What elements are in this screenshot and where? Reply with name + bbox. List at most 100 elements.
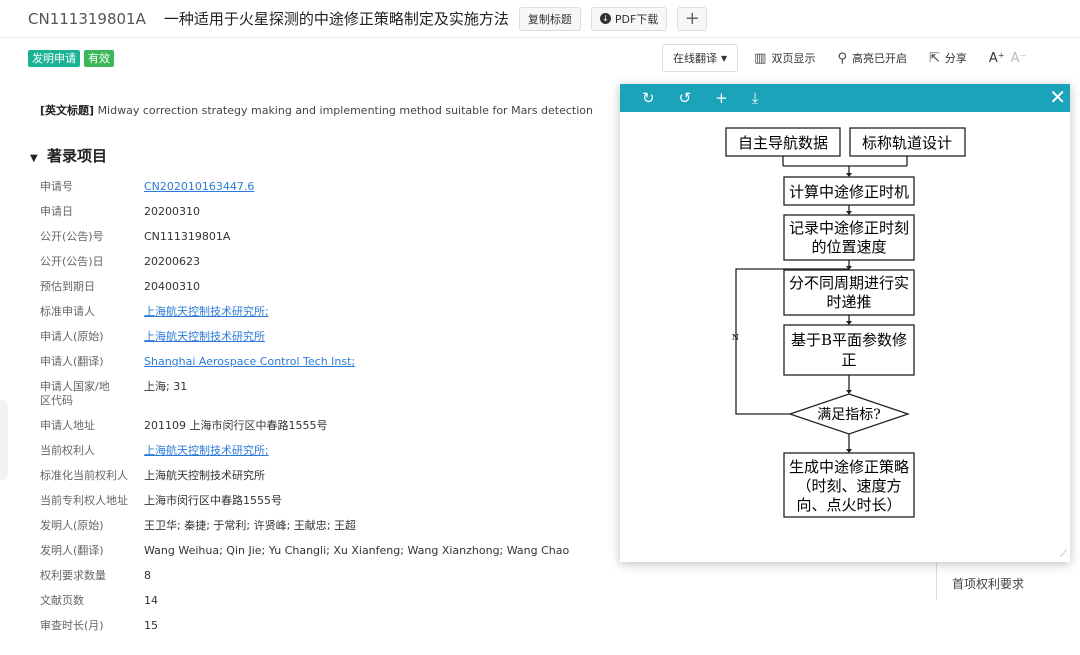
field-key: 权利要求数量: [40, 569, 106, 582]
english-title-value: Midway correction strategy making and im…: [97, 104, 594, 117]
zoom-in-icon[interactable]: +: [715, 89, 728, 107]
location-pin-icon: ⚲: [837, 50, 847, 66]
field-key: 申请号: [40, 180, 73, 193]
field-row: 公开(公告)日 20200623: [40, 255, 600, 269]
final-text-line2: （时刻、速度方: [796, 477, 901, 495]
share-icon: ⇱: [928, 50, 940, 66]
final-text-line1: 生成中途修正策略: [789, 458, 909, 476]
field-row: 标准申请人 上海航天控制技术研究所;: [40, 305, 600, 319]
field-value: 上海; 31: [144, 380, 188, 393]
resize-handle-icon[interactable]: ⟋: [1060, 549, 1067, 560]
field-key: 申请人国家/地区代码: [40, 380, 110, 407]
doc-id: CN111319801A: [28, 9, 146, 28]
field-key: 公开(公告)日: [40, 255, 104, 268]
field-key: 申请人(翻译): [40, 355, 104, 368]
field-row: 公开(公告)号 CN111319801A: [40, 230, 600, 244]
field-row: 文献页数 14: [40, 594, 600, 608]
field-row: 预估到期日 20400310: [40, 280, 600, 294]
field-value: 上海航天控制技术研究所: [144, 469, 265, 482]
field-key: 当前专利权人地址: [40, 494, 128, 507]
section-title-label: 著录项目: [46, 147, 107, 165]
field-key: 申请日: [40, 205, 73, 218]
english-title-label: [英文标题]: [40, 104, 95, 117]
caret-down-icon: ▼: [30, 153, 38, 164]
view-tools: 在线翻译 ▼ ▥ 双页显示 ⚲ 高亮已开启 ⇱ 分享 A⁺ A⁻: [662, 44, 1032, 72]
rotate-left-icon[interactable]: ↺: [679, 89, 692, 107]
right-nav-first-claim[interactable]: 首项权利要求: [952, 575, 1024, 592]
add-button[interactable]: +: [677, 6, 708, 31]
field-key: 申请人地址: [40, 419, 95, 432]
download-icon[interactable]: ⤓: [752, 89, 759, 107]
field-row: 申请号 CN202010163447.6: [40, 180, 600, 194]
arrow-head: [846, 390, 852, 394]
download-icon: ↓: [599, 13, 611, 24]
flowchart-svg: 自主导航数据 标称轨道设计 计算中途修正时机 记录中途修正时刻 的位置速度 分不…: [725, 127, 966, 518]
field-row: 当前专利权人地址 上海市闵行区中春路1555号: [40, 494, 600, 508]
viewer-toolbar: ↻ ↺ + ⤓ ✕: [620, 84, 1070, 112]
box-navigation-text: 自主导航数据: [738, 134, 828, 152]
highlight-button[interactable]: ⚲ 高亮已开启: [837, 50, 907, 66]
field-value: 20400310: [144, 280, 200, 293]
translate-dropdown[interactable]: 在线翻译 ▼: [662, 44, 739, 72]
field-key: 标准化当前权利人: [40, 469, 128, 482]
field-value: Wang Weihua; Qin Jie; Yu Changli; Xu Xia…: [144, 544, 570, 557]
book-icon: ▥: [754, 50, 767, 66]
field-value-link[interactable]: Shanghai Aerospace Control Tech Inst;: [144, 355, 355, 369]
field-value: 201109 上海市闵行区中春路1555号: [144, 419, 328, 432]
field-value: 上海市闵行区中春路1555号: [144, 494, 282, 507]
field-row: 发明人(翻译) Wang Weihua; Qin Jie; Yu Changli;…: [40, 544, 600, 558]
section-title[interactable]: ▼ 著录项目: [30, 145, 107, 166]
bibliographic-fields: 申请号 CN202010163447.6 申请日 20200310 公开(公告)号 C…: [40, 180, 600, 644]
field-value-link[interactable]: 上海航天控制技术研究所;: [144, 444, 269, 458]
field-value: 8: [144, 569, 151, 582]
field-key: 标准申请人: [40, 305, 95, 318]
step2-text-line1: 记录中途修正时刻: [789, 219, 909, 237]
title-bar: CN111319801A 一种适用于火星探测的中途修正策略制定及实施方法 复制标…: [0, 0, 1080, 38]
copy-title-button[interactable]: 复制标题: [518, 6, 581, 31]
field-value: 20200310: [144, 205, 200, 218]
field-row: 发明人(原始) 王卫华; 秦捷; 于常利; 许贤峰; 王献忠; 王超: [40, 519, 600, 533]
side-collapse-handle[interactable]: [0, 400, 8, 480]
field-key: 预估到期日: [40, 280, 95, 293]
font-decrease-button[interactable]: A⁻: [1011, 51, 1027, 66]
field-value: 15: [144, 619, 158, 632]
step2-text-line2: 的位置速度: [811, 238, 886, 256]
share-button[interactable]: ⇱ 分享: [929, 50, 967, 66]
close-icon[interactable]: ✕: [1049, 85, 1066, 109]
field-row: 当前权利人 上海航天控制技术研究所;: [40, 444, 600, 458]
highlight-label: 高亮已开启: [851, 52, 907, 65]
step3-text-line2: 时递推: [826, 293, 871, 311]
doc-title: 一种适用于火星探测的中途修正策略制定及实施方法: [163, 10, 509, 28]
field-value: 20200623: [144, 255, 200, 268]
field-value: 14: [144, 594, 158, 607]
field-value-link[interactable]: 上海航天控制技术研究所;: [144, 305, 269, 319]
rotate-right-icon[interactable]: ↻: [642, 89, 655, 107]
field-row: 申请日 20200310: [40, 205, 600, 219]
field-key: 审查时长(月): [40, 619, 104, 632]
status-badge-valid: 有效: [84, 49, 114, 67]
status-badge-application: 发明申请: [28, 49, 80, 67]
field-value-link[interactable]: CN202010163447.6: [144, 180, 254, 194]
field-row: 申请人国家/地区代码 上海; 31: [40, 380, 600, 408]
dual-page-button[interactable]: ▥ 双页显示: [754, 50, 815, 66]
field-row: 审查时长(月) 15: [40, 619, 600, 633]
field-value-link[interactable]: 上海航天控制技术研究所: [144, 330, 265, 344]
pdf-download-button[interactable]: ↓ PDF下载: [590, 6, 668, 31]
final-text-line3: 向、点火时长）: [796, 496, 901, 514]
font-increase-button[interactable]: A⁺: [989, 51, 1005, 66]
field-key: 文献页数: [40, 594, 84, 607]
field-row: 权利要求数量 8: [40, 569, 600, 583]
translate-label: 在线翻译: [673, 52, 717, 65]
field-key: 发明人(原始): [40, 519, 104, 532]
step1-text: 计算中途修正时机: [789, 183, 909, 201]
box-orbit-text: 标称轨道设计: [862, 134, 952, 152]
field-key: 申请人(原始): [40, 330, 104, 343]
step4-text-line1: 基于B平面参数修: [791, 331, 907, 349]
share-label: 分享: [944, 52, 967, 65]
decision-text: 满足指标?: [817, 407, 881, 423]
english-title: [英文标题] Midway correction strategy making…: [40, 102, 593, 118]
field-key: 发明人(翻译): [40, 544, 104, 557]
pdf-download-label: PDF下载: [614, 12, 659, 26]
field-row: 申请人(原始) 上海航天控制技术研究所: [40, 330, 600, 344]
field-row: 标准化当前权利人 上海航天控制技术研究所: [40, 469, 600, 483]
